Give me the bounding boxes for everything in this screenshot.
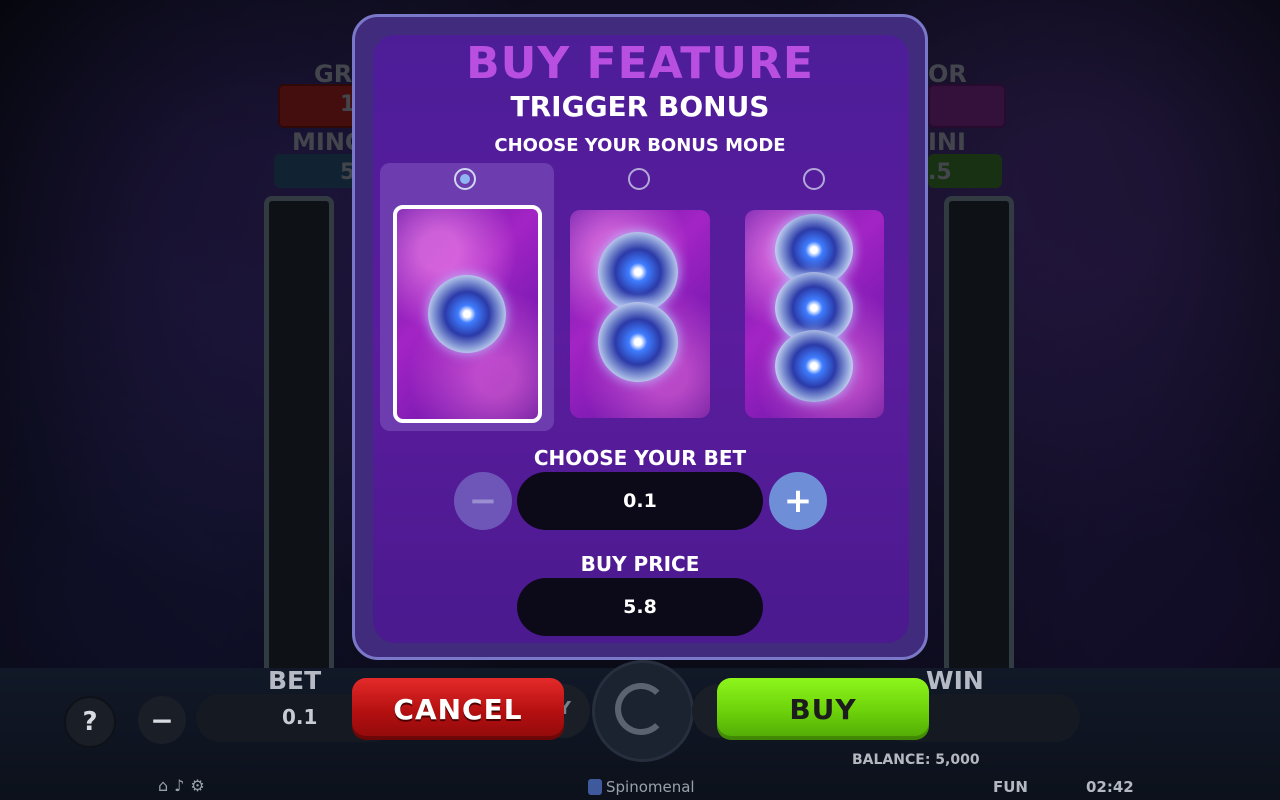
cancel-button[interactable]: CANCEL xyxy=(352,678,564,740)
win-label: WIN xyxy=(926,666,984,695)
bet-decrease-button[interactable]: − xyxy=(454,472,512,530)
bonus-mode-label: CHOOSE YOUR BONUS MODE xyxy=(494,135,786,156)
brand: Spinomenal xyxy=(588,778,695,796)
bet-value-display: 0.1 xyxy=(517,472,763,530)
sound-icon[interactable]: ♪ xyxy=(174,776,184,795)
bonus-mode-radio-1[interactable] xyxy=(454,168,476,190)
bonus-mode-radio-3[interactable] xyxy=(803,168,825,190)
bonus-orb-icon xyxy=(598,302,678,382)
bottom-icons: ⌂ ♪ ⚙ xyxy=(158,776,205,795)
buy-price-label: BUY PRICE xyxy=(580,552,700,576)
bet-decrease-button[interactable]: − xyxy=(138,696,186,744)
settings-icon[interactable]: ⚙ xyxy=(190,776,204,795)
help-button[interactable]: ? xyxy=(64,696,116,748)
bonus-mode-card-2[interactable] xyxy=(570,210,710,418)
buy-button[interactable]: BUY xyxy=(717,678,929,740)
bet-label: BET xyxy=(268,666,322,695)
bet-value: 0.1 xyxy=(282,705,318,729)
brand-logo-icon xyxy=(588,779,602,795)
bet-increase-button[interactable]: + xyxy=(769,472,827,530)
mode-text: FUN xyxy=(993,778,1028,796)
bonus-orb-icon xyxy=(775,330,853,402)
spin-icon xyxy=(615,683,667,735)
brand-name: Spinomenal xyxy=(606,778,695,796)
modal-subtitle: TRIGGER BONUS xyxy=(510,90,770,123)
bonus-orb-icon xyxy=(428,275,506,353)
bonus-mode-card-3[interactable] xyxy=(745,210,884,418)
clock-text: 02:42 xyxy=(1086,778,1134,796)
spin-button[interactable] xyxy=(592,660,694,762)
home-icon[interactable]: ⌂ xyxy=(158,776,168,795)
choose-bet-label: CHOOSE YOUR BET xyxy=(533,446,747,470)
balance-text: BALANCE: 5,000 xyxy=(852,752,980,768)
modal-title: BUY FEATURE xyxy=(466,38,814,89)
bonus-mode-card-1[interactable] xyxy=(393,205,542,423)
bonus-orb-icon xyxy=(598,232,678,312)
bonus-mode-radio-2[interactable] xyxy=(628,168,650,190)
buy-price-display: 5.8 xyxy=(517,578,763,636)
